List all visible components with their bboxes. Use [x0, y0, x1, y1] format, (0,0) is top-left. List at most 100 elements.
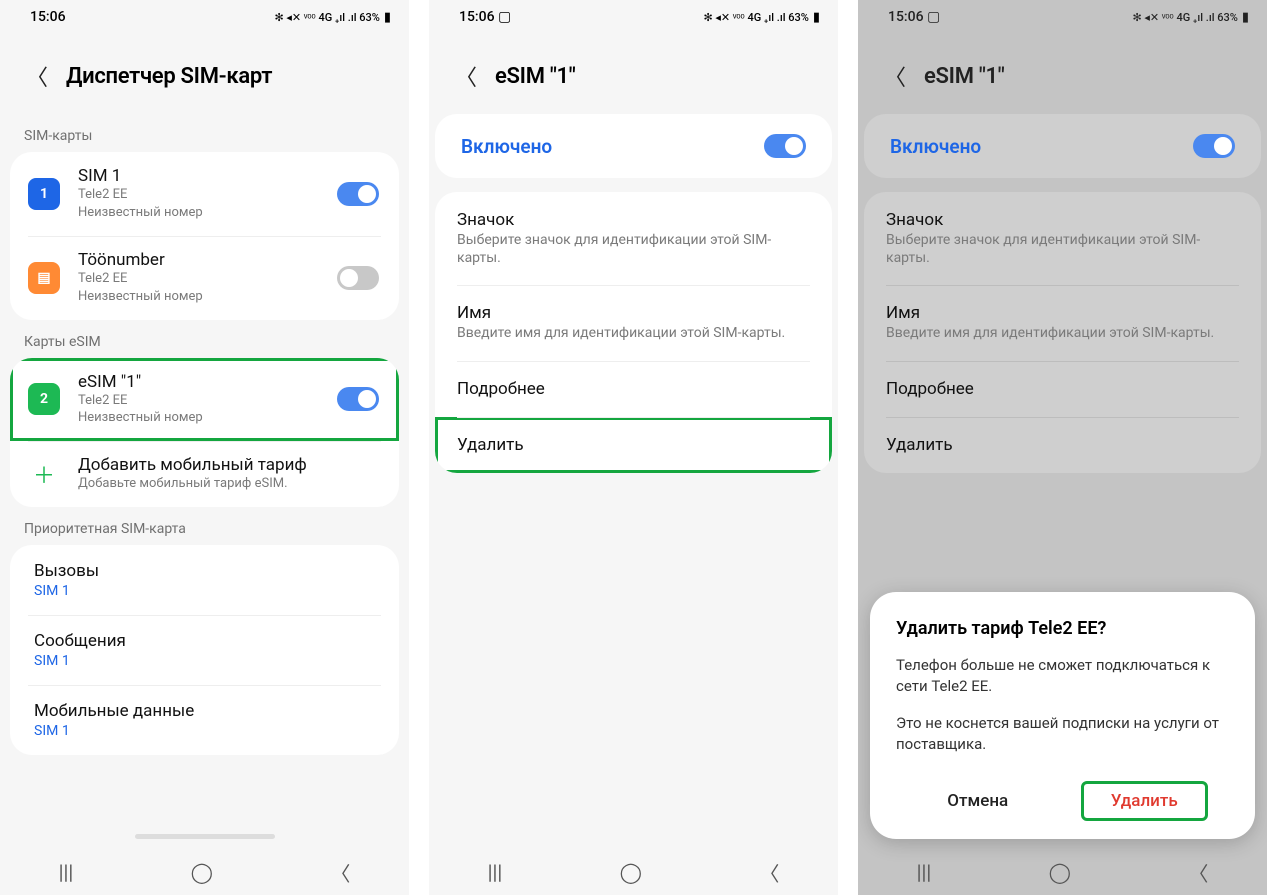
- esim1-row[interactable]: 2 eSIM "1" Tele2 EE Неизвестный номер: [10, 358, 399, 442]
- pref-sms-row[interactable]: Сообщения SIM 1: [10, 615, 399, 685]
- status-bar: 15:06 ▢ ✻ ◂✕ ᵛᵒᵒ 4G ₊ıl .ıl 63%▮: [429, 0, 838, 30]
- pref-calls-row[interactable]: Вызовы SIM 1: [10, 545, 399, 615]
- more-row: Подробнее: [864, 361, 1261, 417]
- nav-home-icon[interactable]: ◯: [1049, 860, 1071, 884]
- pref-data-label: Мобильные данные: [34, 701, 375, 721]
- screen-esim-detail: 15:06 ▢ ✻ ◂✕ ᵛᵒᵒ 4G ₊ıl .ıl 63%▮ 〈 eSIM …: [429, 0, 838, 895]
- sim1-toggle[interactable]: [337, 182, 379, 206]
- sim1-carrier: Tele2 EE: [78, 187, 337, 204]
- nav-back-icon[interactable]: 〈: [759, 858, 779, 887]
- status-indicators: ✻ ◂✕ ᵛᵒᵒ 4G ₊ıl .ıl 63%▮: [274, 10, 391, 25]
- screen-sim-manager: 15:06 ✻ ◂✕ ᵛᵒᵒ 4G ₊ıl .ıl 63%▮ 〈 Диспетч…: [0, 0, 409, 895]
- pref-sms-sim: SIM 1: [34, 653, 375, 669]
- esim1-name: eSIM "1": [78, 372, 337, 392]
- dialog-body-2: Это не коснется вашей подписки на услуги…: [896, 713, 1229, 755]
- esim-settings-card: Значок Выберите значок для идентификации…: [864, 192, 1261, 473]
- section-preferred: Приоритетная SIM-карта: [0, 507, 409, 545]
- esim1-number: Неизвестный номер: [78, 410, 337, 427]
- battery-icon: ▮: [813, 10, 820, 25]
- enabled-row[interactable]: Включено: [435, 114, 832, 178]
- nav-home-icon[interactable]: ◯: [191, 860, 213, 884]
- name-title: Имя: [457, 303, 810, 323]
- add-plan-sub: Добавьте мобильный тариф eSIM.: [78, 476, 379, 493]
- more-row[interactable]: Подробнее: [435, 361, 832, 417]
- enabled-label: Включено: [461, 135, 552, 158]
- section-sim-cards: SIM-карты: [0, 114, 409, 152]
- icon-title: Значок: [457, 210, 810, 230]
- name-row: Имя Введите имя для идентификации этой S…: [864, 285, 1261, 360]
- status-time: 15:06 ▢: [459, 9, 511, 25]
- esim1-carrier: Tele2 EE: [78, 393, 337, 410]
- nav-recents-icon[interactable]: |||: [59, 860, 74, 884]
- nav-recents-icon[interactable]: |||: [488, 860, 503, 884]
- sim-cards-card: 1 SIM 1 Tele2 EE Неизвестный номер ▤ Töö…: [10, 152, 399, 320]
- name-sub: Введите имя для идентификации этой SIM-к…: [457, 324, 810, 342]
- dialog-body: Телефон больше не сможет подключаться к …: [896, 655, 1229, 755]
- more-label: Подробнее: [886, 379, 1239, 399]
- add-plan-row[interactable]: ＋ Добавить мобильный тариф Добавьте моби…: [10, 441, 399, 507]
- gesture-handle: [135, 834, 275, 839]
- name-title: Имя: [886, 303, 1239, 323]
- esim-card: 2 eSIM "1" Tele2 EE Неизвестный номер ＋ …: [10, 358, 399, 508]
- dialog-title: Удалить тариф Tele2 EE?: [896, 618, 1229, 639]
- add-plan-title: Добавить мобильный тариф: [78, 455, 379, 475]
- status-time: 15:06 ▢: [888, 9, 940, 25]
- back-icon[interactable]: 〈: [26, 60, 48, 92]
- sim2-carrier: Tele2 EE: [78, 271, 337, 288]
- section-esim: Карты eSIM: [0, 320, 409, 358]
- enabled-label: Включено: [890, 135, 981, 158]
- nav-back-icon[interactable]: 〈: [1188, 858, 1208, 887]
- battery-icon: ▮: [1242, 10, 1249, 25]
- sim2-toggle[interactable]: [337, 266, 379, 290]
- nav-recents-icon[interactable]: |||: [917, 860, 932, 884]
- status-indicators: ✻ ◂✕ ᵛᵒᵒ 4G ₊ıl .ıl 63%▮: [703, 10, 820, 25]
- enabled-toggle[interactable]: [764, 134, 806, 158]
- sim1-icon: 1: [28, 178, 60, 210]
- dialog-delete-button[interactable]: Удалить: [1081, 781, 1208, 821]
- enabled-row: Включено: [864, 114, 1261, 178]
- name-sub: Введите имя для идентификации этой SIM-к…: [886, 324, 1239, 342]
- delete-label: Удалить: [886, 435, 1239, 455]
- nav-home-icon[interactable]: ◯: [620, 860, 642, 884]
- icon-sub: Выберите значок для идентификации этой S…: [457, 231, 810, 267]
- sim2-number: Неизвестный номер: [78, 289, 337, 306]
- battery-icon: ▮: [384, 10, 391, 25]
- title-bar: 〈 eSIM "1": [858, 30, 1267, 114]
- status-bar: 15:06 ✻ ◂✕ ᵛᵒᵒ 4G ₊ıl .ıl 63%▮: [0, 0, 409, 30]
- delete-confirm-dialog: Удалить тариф Tele2 EE? Телефон больше н…: [870, 592, 1255, 839]
- status-indicators: ✻ ◂✕ ᵛᵒᵒ 4G ₊ıl .ıl 63%▮: [1132, 10, 1249, 25]
- page-title: eSIM "1": [924, 64, 1005, 89]
- back-icon[interactable]: 〈: [455, 60, 477, 92]
- sim1-number: Неизвестный номер: [78, 205, 337, 222]
- pref-calls-sim: SIM 1: [34, 583, 375, 599]
- nav-bar: ||| ◯ 〈: [429, 849, 838, 895]
- delete-row[interactable]: Удалить: [435, 417, 832, 473]
- nav-back-icon[interactable]: 〈: [330, 858, 350, 887]
- sim2-icon: ▤: [28, 262, 60, 294]
- esim-settings-card: Значок Выберите значок для идентификации…: [435, 192, 832, 473]
- dialog-body-1: Телефон больше не сможет подключаться к …: [896, 655, 1229, 697]
- title-bar: 〈 eSIM "1": [429, 30, 838, 114]
- icon-row: Значок Выберите значок для идентификации…: [864, 192, 1261, 285]
- enabled-toggle: [1193, 134, 1235, 158]
- sim1-name: SIM 1: [78, 166, 337, 186]
- dialog-cancel-button[interactable]: Отмена: [917, 781, 1038, 821]
- pref-sms-label: Сообщения: [34, 631, 375, 651]
- esim1-toggle[interactable]: [337, 387, 379, 411]
- icon-sub: Выберите значок для идентификации этой S…: [886, 231, 1239, 267]
- sim1-row[interactable]: 1 SIM 1 Tele2 EE Неизвестный номер: [10, 152, 399, 236]
- page-title: eSIM "1": [495, 64, 576, 89]
- preferred-card: Вызовы SIM 1 Сообщения SIM 1 Мобильные д…: [10, 545, 399, 755]
- name-row[interactable]: Имя Введите имя для идентификации этой S…: [435, 285, 832, 360]
- icon-title: Значок: [886, 210, 1239, 230]
- icon-row[interactable]: Значок Выберите значок для идентификации…: [435, 192, 832, 285]
- sim2-row[interactable]: ▤ Töönumber Tele2 EE Неизвестный номер: [10, 236, 399, 320]
- delete-row: Удалить: [864, 417, 1261, 473]
- pref-data-row[interactable]: Мобильные данные SIM 1: [10, 685, 399, 755]
- status-bar: 15:06 ▢ ✻ ◂✕ ᵛᵒᵒ 4G ₊ıl .ıl 63%▮: [858, 0, 1267, 30]
- title-bar: 〈 Диспетчер SIM-карт: [0, 30, 409, 114]
- pref-data-sim: SIM 1: [34, 723, 375, 739]
- back-icon[interactable]: 〈: [884, 60, 906, 92]
- status-time: 15:06: [30, 9, 66, 25]
- sim2-name: Töönumber: [78, 250, 337, 270]
